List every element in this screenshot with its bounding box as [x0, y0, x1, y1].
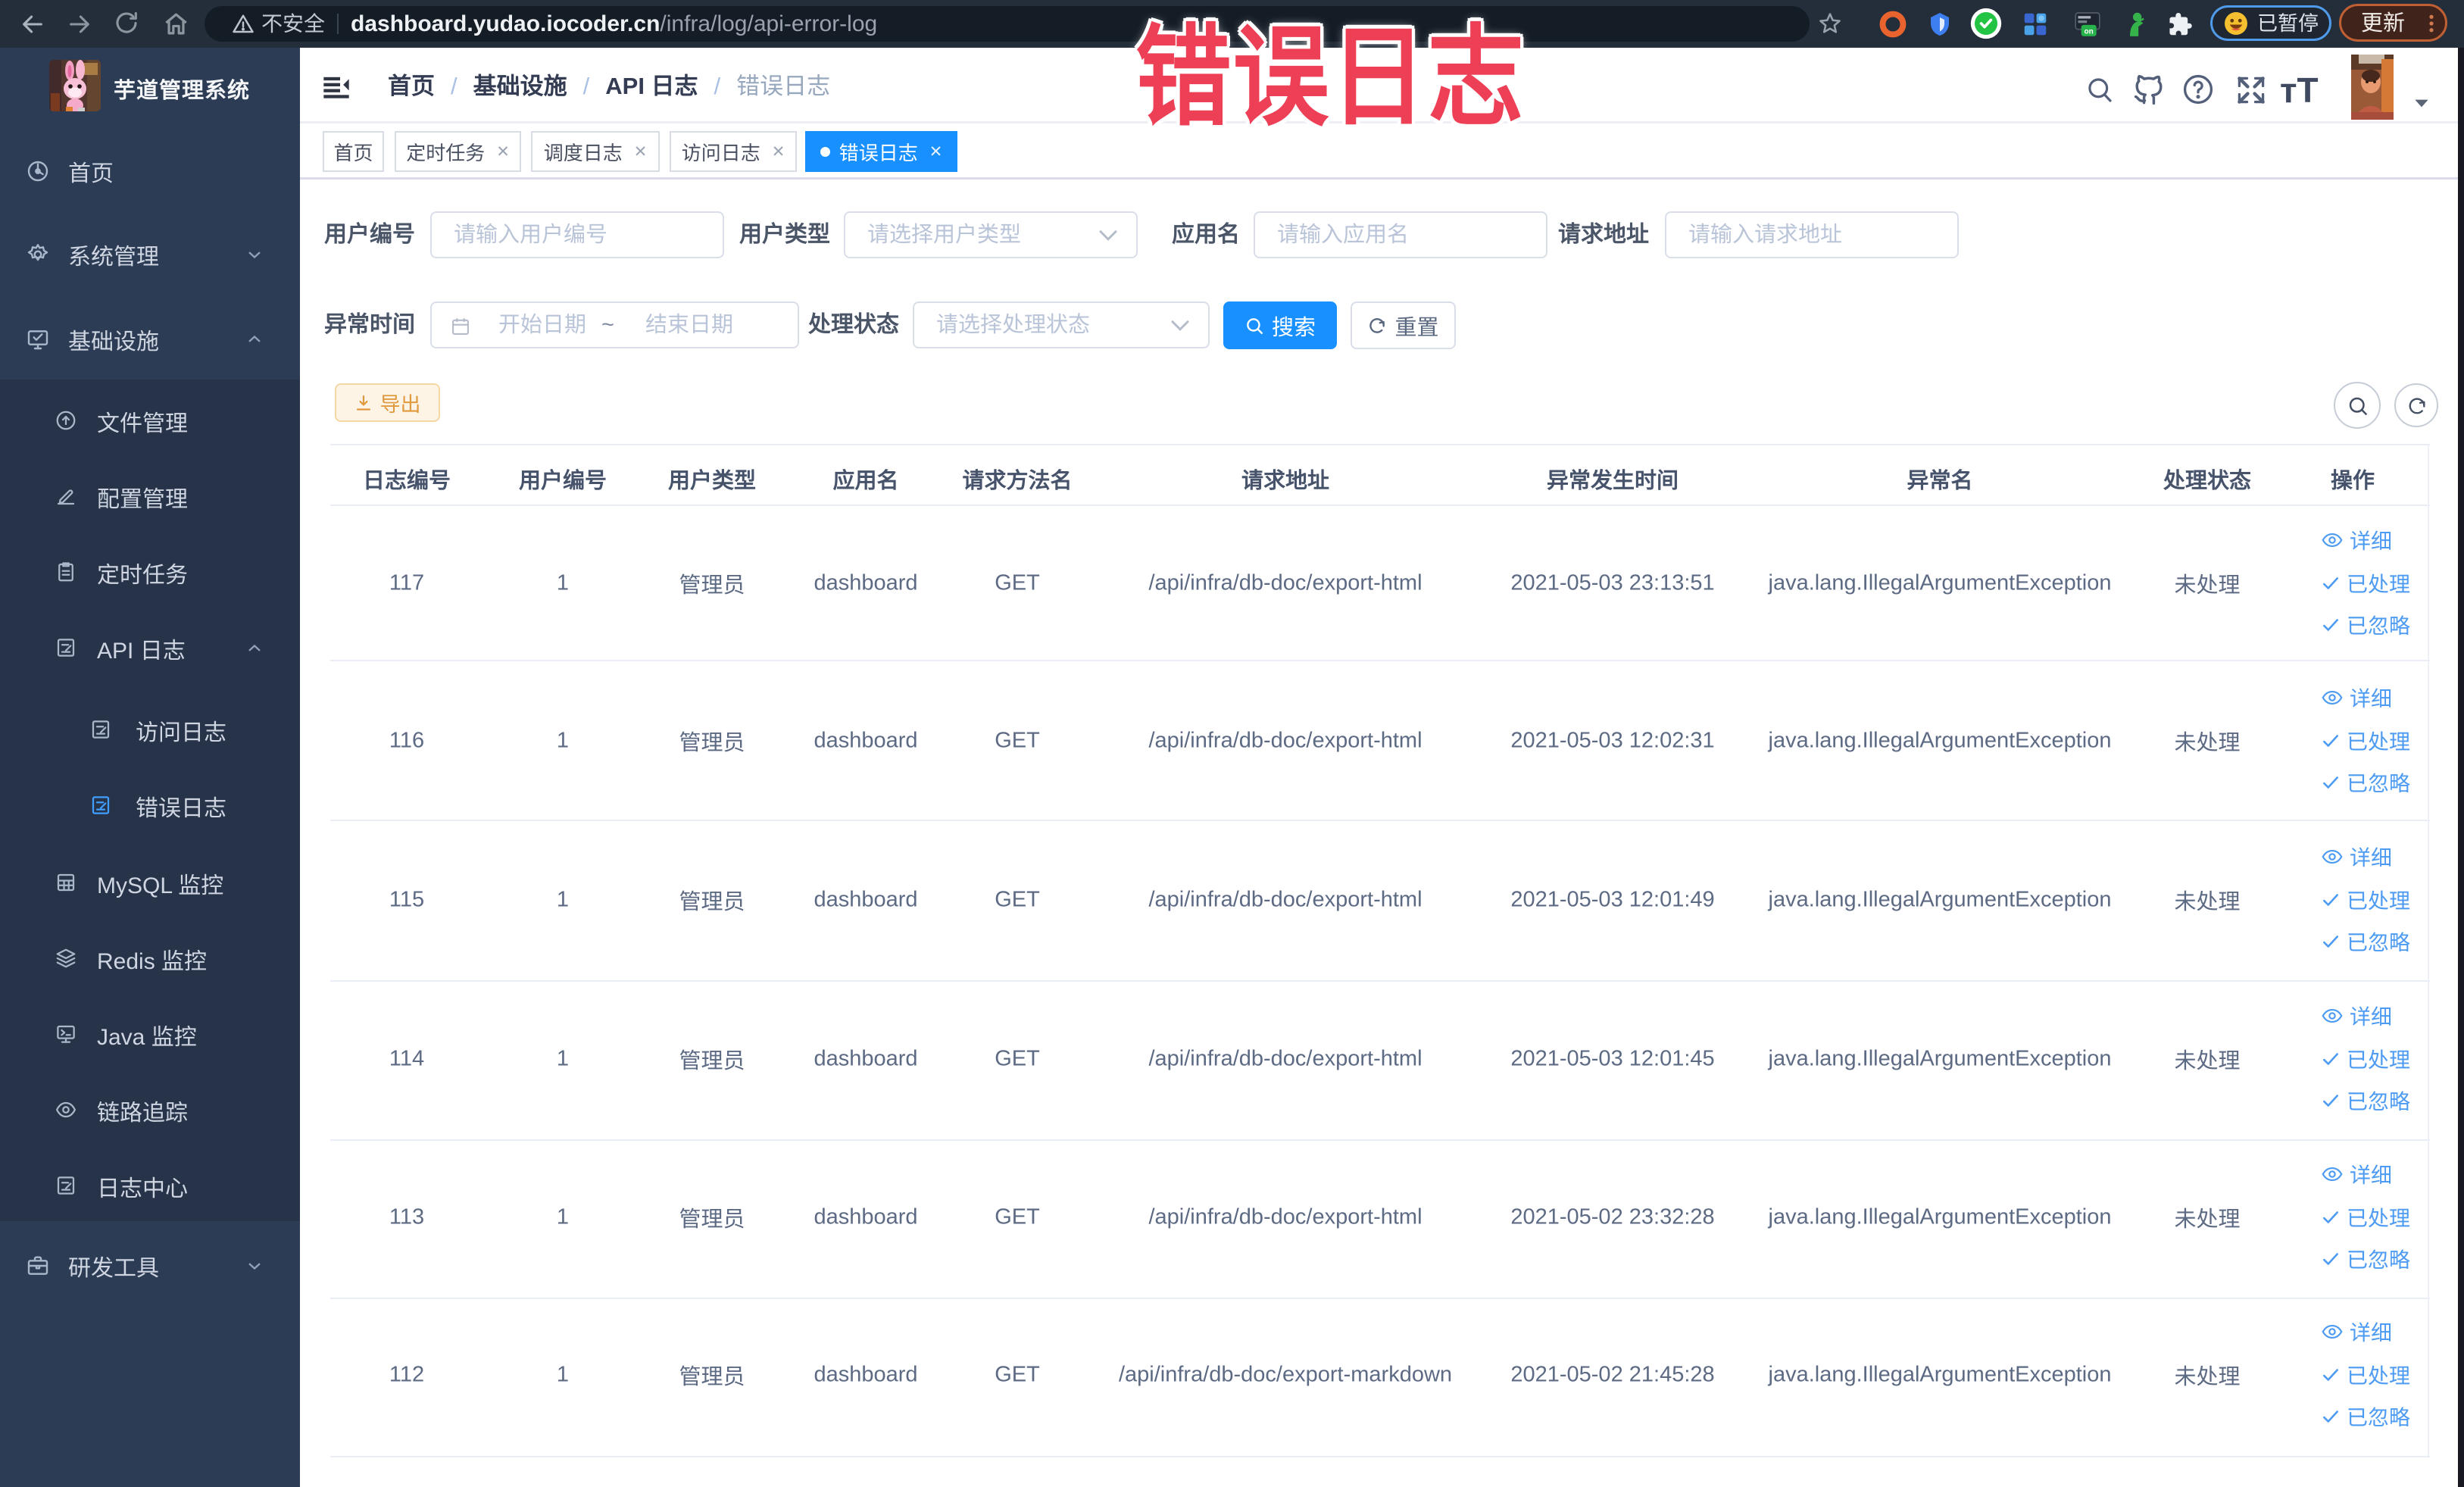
svg-text:on: on [2085, 27, 2094, 36]
